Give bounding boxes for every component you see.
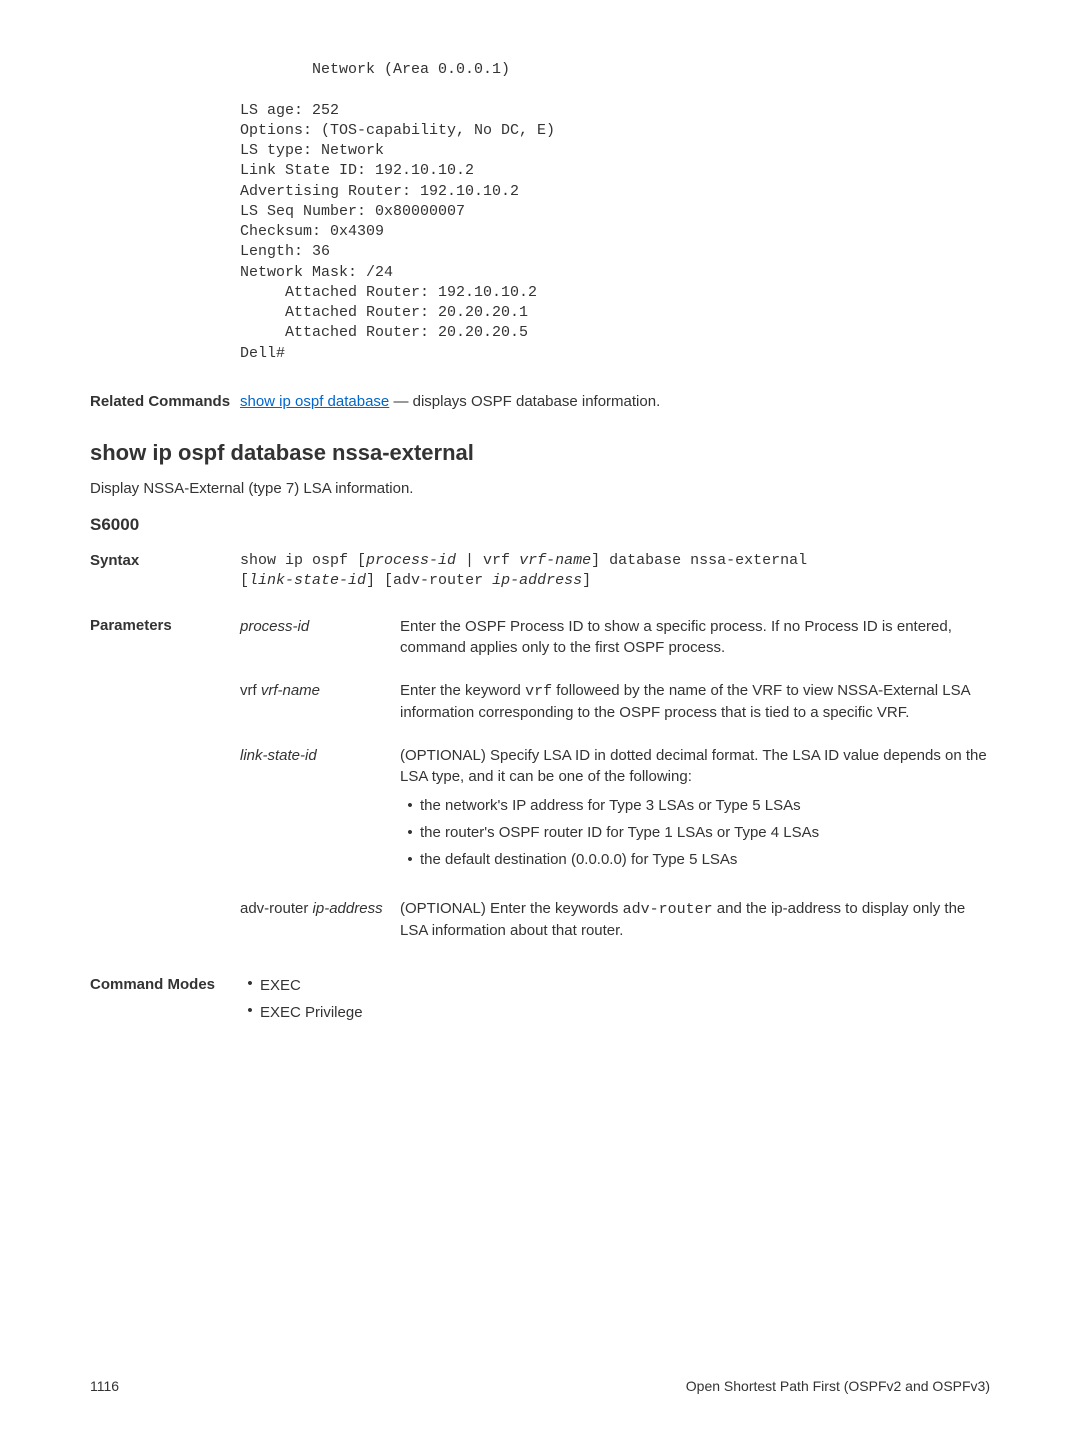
syntax-italic: ip-address bbox=[492, 572, 582, 589]
syntax-text: | vrf bbox=[456, 552, 519, 569]
bullet-dot: • bbox=[240, 975, 260, 992]
section-heading: show ip ospf database nssa-external bbox=[90, 440, 990, 466]
bullet-text: EXEC Privilege bbox=[260, 1002, 990, 1023]
syntax-italic: link-state-id bbox=[249, 572, 366, 589]
parameters-block: Parameters process-id Enter the OSPF Pro… bbox=[90, 616, 990, 963]
bullet-dot: • bbox=[400, 822, 420, 843]
param-row: link-state-id (OPTIONAL) Specify LSA ID … bbox=[240, 745, 990, 876]
param-name-plain: adv-router bbox=[240, 900, 313, 917]
syntax-text: ] database nssa-external bbox=[591, 552, 807, 569]
param-row: vrf vrf-name Enter the keyword vrf follo… bbox=[240, 680, 990, 723]
page-number: 1116 bbox=[90, 1378, 119, 1394]
syntax-text: ] bbox=[582, 572, 591, 589]
param-name-italic: process-id bbox=[240, 618, 309, 635]
related-commands-row: Related Commands show ip ospf database —… bbox=[90, 392, 990, 412]
section-desc: Display NSSA-External (type 7) LSA infor… bbox=[90, 480, 990, 497]
param-desc-text: Enter the keyword bbox=[400, 682, 525, 699]
syntax-content: show ip ospf [process-id | vrf vrf-name]… bbox=[240, 551, 990, 592]
bullet-text: EXEC bbox=[260, 975, 990, 996]
param-desc-text: (OPTIONAL) Enter the keywords bbox=[400, 900, 623, 917]
syntax-row: Syntax show ip ospf [process-id | vrf vr… bbox=[90, 551, 990, 592]
related-content: show ip ospf database — displays OSPF da… bbox=[240, 392, 990, 412]
param-desc: Enter the keyword vrf followeed by the n… bbox=[400, 680, 990, 723]
code-block: Network (Area 0.0.0.1) LS age: 252 Optio… bbox=[240, 60, 990, 364]
param-name-plain: vrf bbox=[240, 682, 261, 699]
parameters-label: Parameters bbox=[90, 616, 240, 963]
param-name: process-id bbox=[240, 616, 400, 637]
subheading: S6000 bbox=[90, 515, 990, 535]
param-name-italic: ip-address bbox=[313, 900, 383, 917]
bullet-text: the network's IP address for Type 3 LSAs… bbox=[420, 795, 990, 816]
command-modes-block: Command Modes • EXEC • EXEC Privilege bbox=[90, 975, 990, 1029]
parameters-list: process-id Enter the OSPF Process ID to … bbox=[240, 616, 990, 963]
related-label: Related Commands bbox=[90, 392, 240, 412]
syntax-italic: process-id bbox=[366, 552, 456, 569]
related-link[interactable]: show ip ospf database bbox=[240, 393, 389, 410]
param-name: vrf vrf-name bbox=[240, 680, 400, 701]
command-modes-label: Command Modes bbox=[90, 975, 240, 1029]
bullet-dot: • bbox=[240, 1002, 260, 1019]
bullet-dot: • bbox=[400, 795, 420, 816]
param-name-italic: vrf-name bbox=[261, 682, 320, 699]
page-footer: 1116 Open Shortest Path First (OSPFv2 an… bbox=[90, 1378, 990, 1394]
bullet-text: the default destination (0.0.0.0) for Ty… bbox=[420, 849, 990, 870]
bullet-item: • EXEC bbox=[240, 975, 990, 996]
param-desc-mono: adv-router bbox=[623, 901, 713, 918]
param-name: adv-router ip-address bbox=[240, 898, 400, 919]
syntax-text: show ip ospf [ bbox=[240, 552, 366, 569]
related-rest: — displays OSPF database information. bbox=[389, 393, 660, 410]
param-name: link-state-id bbox=[240, 745, 400, 766]
syntax-italic: vrf-name bbox=[519, 552, 591, 569]
syntax-text: [ bbox=[240, 572, 249, 589]
param-desc: (OPTIONAL) Enter the keywords adv-router… bbox=[400, 898, 990, 941]
command-modes-list: • EXEC • EXEC Privilege bbox=[240, 975, 990, 1029]
param-name-italic: link-state-id bbox=[240, 747, 317, 764]
param-desc-mono: vrf bbox=[525, 683, 552, 700]
param-row: adv-router ip-address (OPTIONAL) Enter t… bbox=[240, 898, 990, 941]
syntax-label: Syntax bbox=[90, 551, 240, 571]
bullet-item: • EXEC Privilege bbox=[240, 1002, 990, 1023]
bullet-item: • the router's OSPF router ID for Type 1… bbox=[400, 822, 990, 843]
bullet-item: • the network's IP address for Type 3 LS… bbox=[400, 795, 990, 816]
param-desc: (OPTIONAL) Specify LSA ID in dotted deci… bbox=[400, 745, 990, 876]
bullet-text: the router's OSPF router ID for Type 1 L… bbox=[420, 822, 990, 843]
bullet-dot: • bbox=[400, 849, 420, 870]
bullet-list: • the network's IP address for Type 3 LS… bbox=[400, 795, 990, 870]
param-row: process-id Enter the OSPF Process ID to … bbox=[240, 616, 990, 658]
param-desc: Enter the OSPF Process ID to show a spec… bbox=[400, 616, 990, 658]
syntax-text: ] [adv-router bbox=[366, 572, 492, 589]
bullet-item: • the default destination (0.0.0.0) for … bbox=[400, 849, 990, 870]
footer-right: Open Shortest Path First (OSPFv2 and OSP… bbox=[686, 1378, 990, 1394]
param-desc-text: (OPTIONAL) Specify LSA ID in dotted deci… bbox=[400, 747, 987, 785]
